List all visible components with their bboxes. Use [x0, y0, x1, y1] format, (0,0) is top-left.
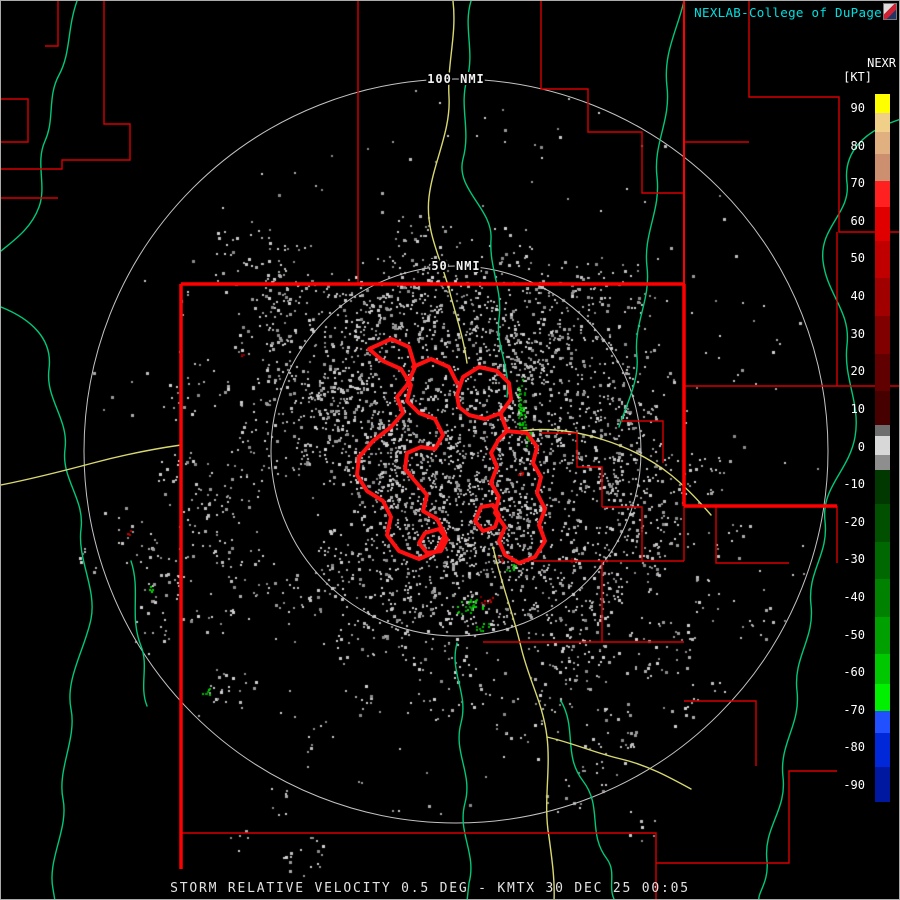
- colorbar-segment: [875, 767, 890, 802]
- colorbar-tick-label: -50: [843, 628, 865, 642]
- brand-title: NEXLAB-College of DuPage: [694, 5, 882, 20]
- colorbar-segment: [875, 710, 890, 734]
- highway-line: [546, 736, 692, 790]
- colorbar-tick-label: 70: [850, 176, 865, 190]
- river-line: [454, 642, 472, 899]
- colorbar-tick-label: 10: [850, 402, 865, 416]
- colorbar-tick-label: 90: [850, 101, 865, 115]
- county-boundaries-south: [181, 700, 837, 899]
- colorbar-segment: [875, 112, 890, 133]
- range-ring-50nmi: [270, 265, 642, 637]
- river-line: [618, 1, 685, 428]
- colorbar-segment: [875, 503, 890, 543]
- river-line: [1, 306, 93, 899]
- storm-contour-connector: [411, 357, 459, 385]
- storm-contour-east: [489, 429, 547, 565]
- colorbar-units: [KT]: [843, 70, 872, 84]
- colorbar-segment: [875, 455, 890, 471]
- colorbar-tick-label: -20: [843, 515, 865, 529]
- radar-screen: 100 NMI 50 NMI NEXLAB-College of DuPage …: [0, 0, 900, 900]
- colorbar-segment: [875, 180, 890, 208]
- highway-line: [1, 444, 182, 486]
- colorbar-tick-label: -60: [843, 665, 865, 679]
- status-bar: STORM RELATIVE VELOCITY 0.5 DEG - KMTX 3…: [170, 881, 690, 896]
- colorbar-tick-label: -40: [843, 590, 865, 604]
- river-line: [560, 700, 615, 899]
- highway-line: [492, 546, 555, 899]
- ring-label-100nmi: 100 NMI: [427, 72, 485, 86]
- cod-logo-icon: [883, 3, 897, 20]
- ring-label-50nmi: 50 NMI: [431, 259, 480, 273]
- county-boundaries-north: [540, 1, 684, 194]
- colorbar-tick-label: 50: [850, 251, 865, 265]
- colorbar-tick-label: -90: [843, 778, 865, 792]
- storm-contour-connector: [499, 413, 509, 433]
- colorbar-segment: [875, 684, 890, 712]
- colorbar-segment: [875, 240, 890, 279]
- county-boundaries-northeast: [684, 1, 899, 564]
- storm-contour-small: [473, 503, 501, 533]
- colorbar-tick-label: -80: [843, 740, 865, 754]
- colorbar-segment: [875, 391, 890, 426]
- colorbar-segment: [875, 436, 890, 456]
- range-ring-100nmi: [83, 78, 829, 824]
- colorbar-tick-label: -10: [843, 477, 865, 491]
- river-line: [130, 560, 148, 707]
- colorbar-segment: [875, 94, 890, 114]
- map-layer: 100 NMI 50 NMI: [1, 1, 899, 899]
- colorbar-tick-label: 20: [850, 364, 865, 378]
- velocity-colorbar: [875, 94, 890, 802]
- county-boundaries-east: [483, 420, 685, 643]
- colorbar-segment: [875, 131, 890, 155]
- colorbar-segment: [875, 278, 890, 317]
- river-line: [461, 1, 509, 398]
- county-boundaries-northwest: [1, 1, 359, 284]
- colorbar-tick-label: 30: [850, 327, 865, 341]
- colorbar-segment: [875, 541, 890, 580]
- colorbar-segment: [875, 616, 890, 655]
- colorbar-segment: [875, 579, 890, 618]
- colorbar-segment: [875, 424, 890, 437]
- storm-contour-north: [455, 365, 513, 421]
- colorbar-segment: [875, 470, 890, 505]
- colorbar-tick-label: 80: [850, 139, 865, 153]
- highway-line: [427, 1, 468, 364]
- storm-contour-west: [355, 337, 447, 561]
- colorbar-title: NEXR: [867, 56, 896, 70]
- colorbar-segment: [875, 154, 890, 182]
- colorbar-tick-label: -30: [843, 552, 865, 566]
- colorbar-segment: [875, 353, 890, 392]
- colorbar-segment: [875, 315, 890, 355]
- colorbar-tick-label: 0: [857, 440, 865, 454]
- colorbar-segment: [875, 733, 890, 768]
- colorbar-segment: [875, 654, 890, 685]
- colorbar-tick-label: 40: [850, 289, 865, 303]
- river-line: [1, 1, 78, 252]
- colorbar-tick-label: -70: [843, 703, 865, 717]
- colorbar-tick-label: 60: [850, 214, 865, 228]
- colorbar-segment: [875, 206, 890, 242]
